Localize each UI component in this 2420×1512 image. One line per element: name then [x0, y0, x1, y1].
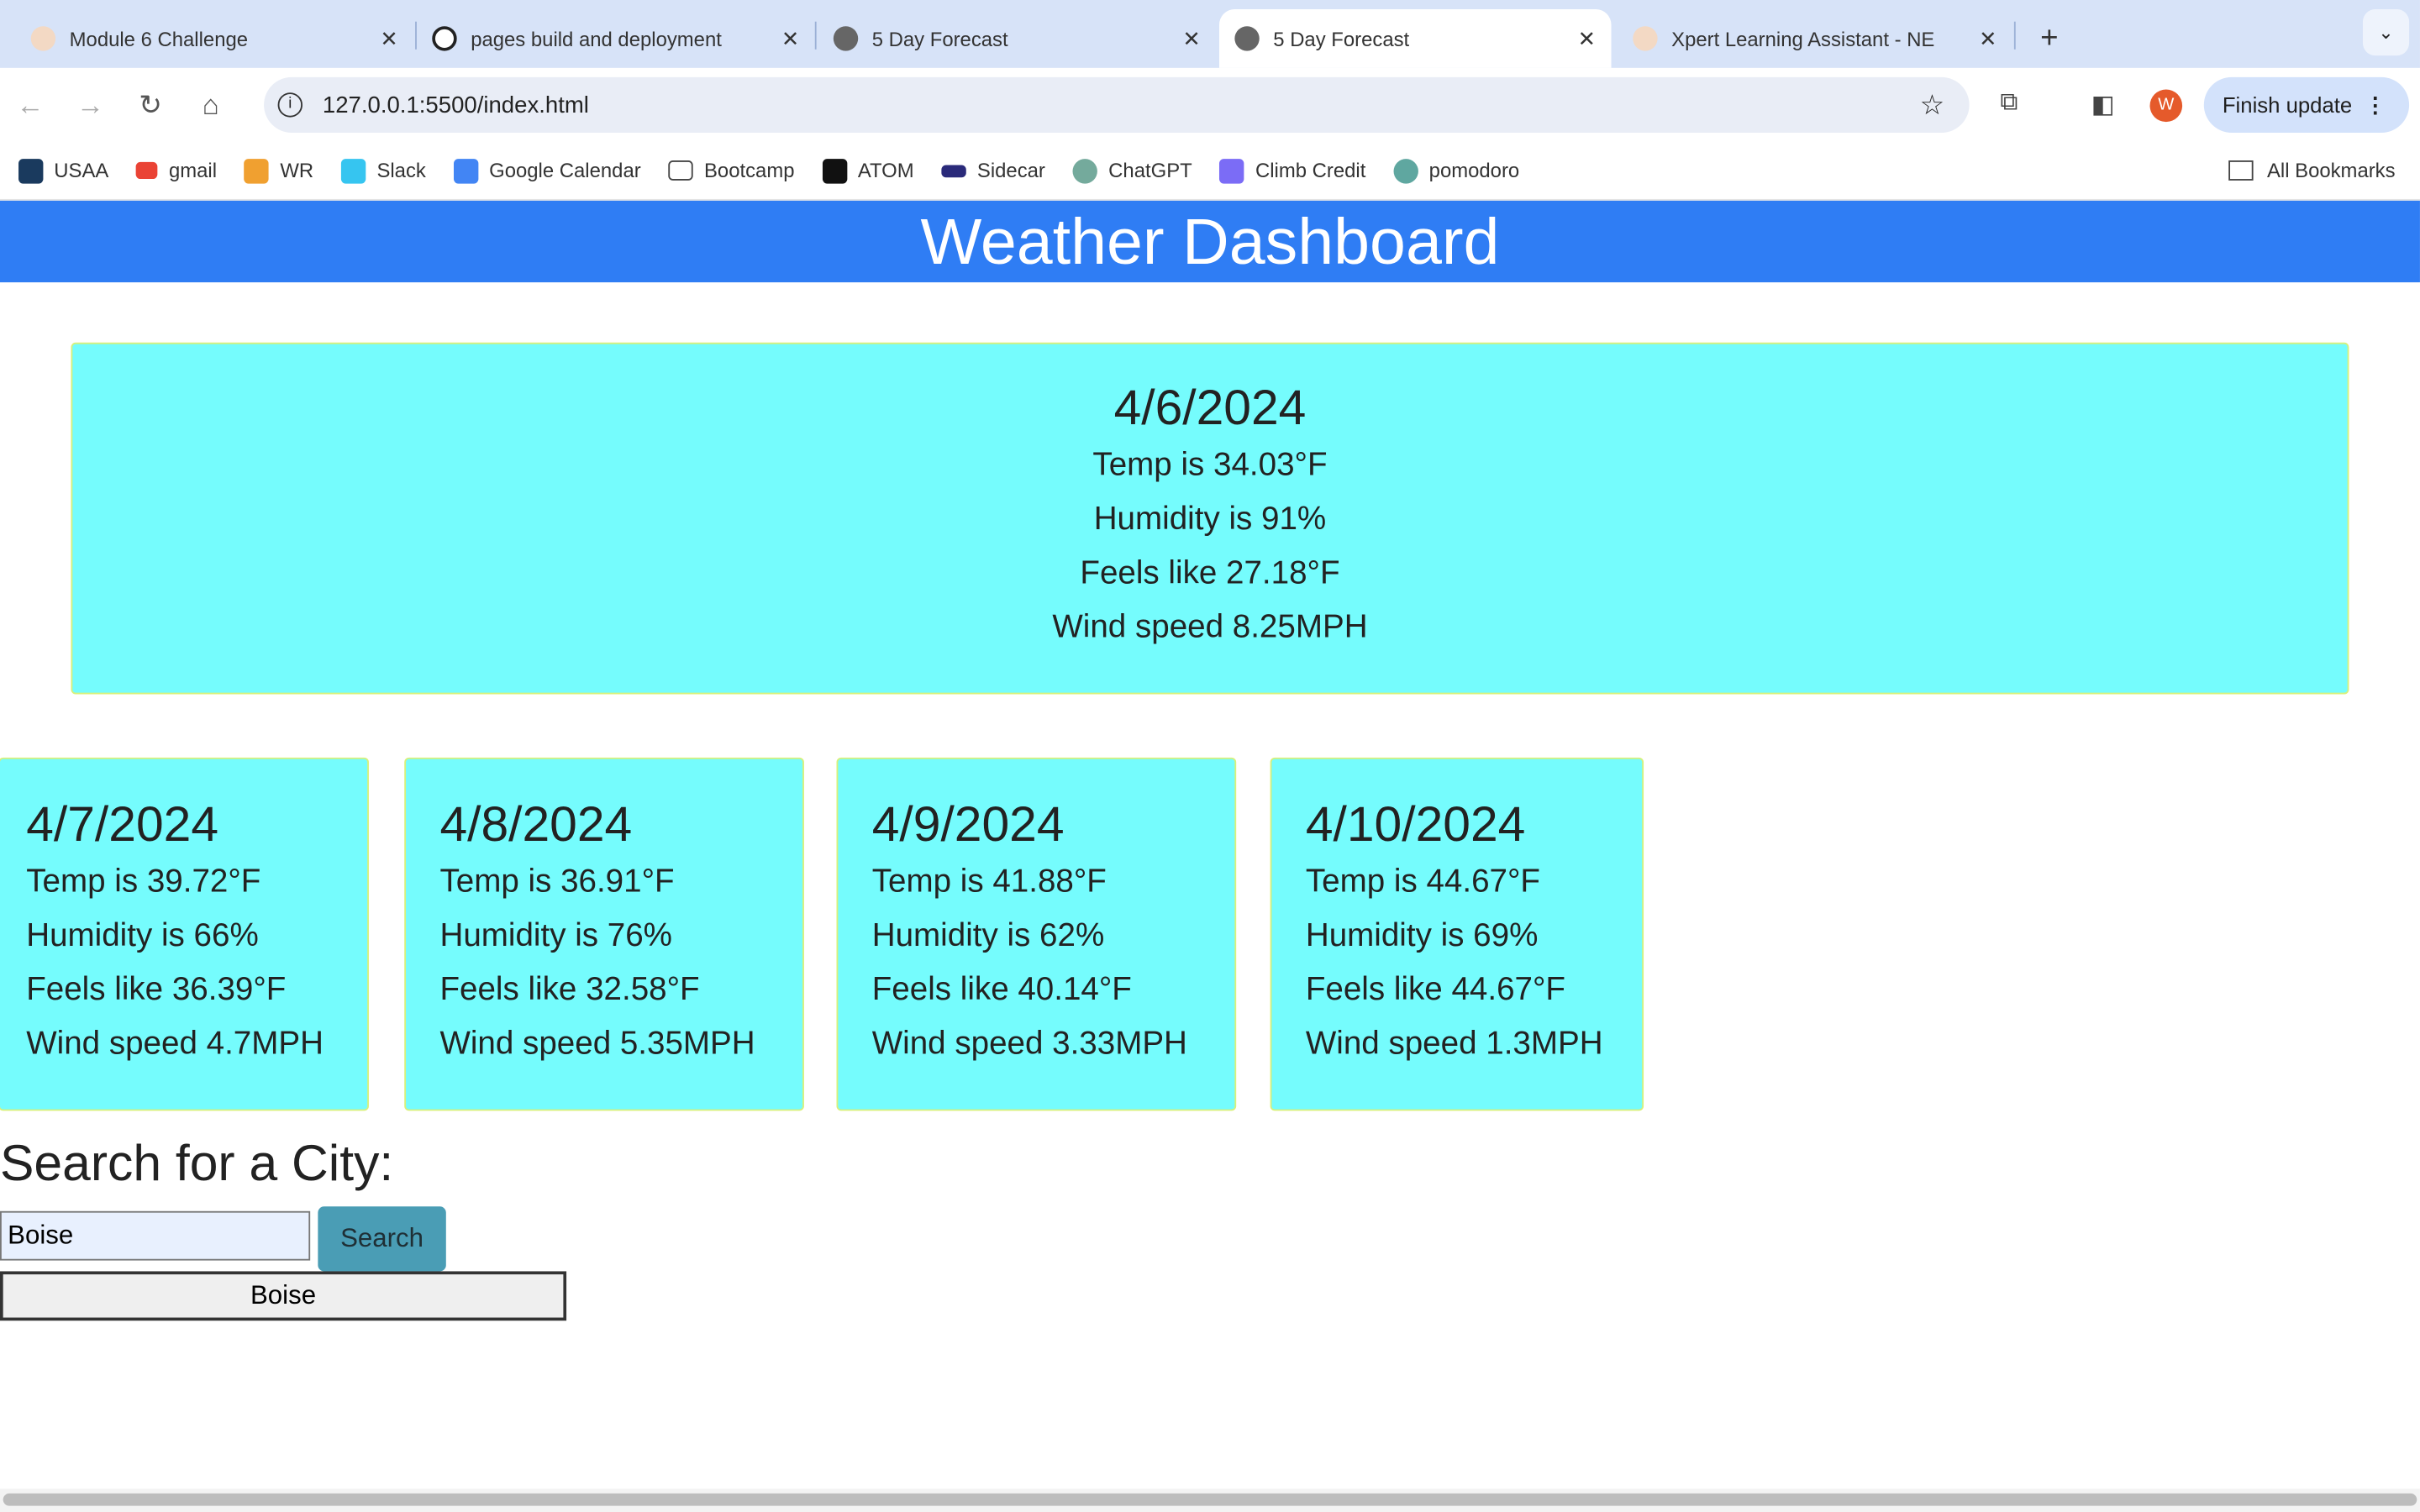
current-weather-card: 4/6/2024 Temp is 34.03°F Humidity is 91%…	[71, 342, 2349, 695]
sidecar-icon	[941, 164, 967, 177]
home-icon[interactable]: ⌂	[181, 89, 241, 122]
forecast-feels-like: Feels like 44.67°F	[1305, 972, 1565, 1008]
globe-icon	[833, 26, 859, 51]
bookmark-chatgpt[interactable]: ChatGPT	[1072, 158, 1192, 183]
menu-dots-icon[interactable]: ⋮	[2365, 92, 2386, 118]
github-icon	[432, 26, 457, 51]
forecast-wind: Wind speed 3.33MPH	[871, 1026, 1187, 1062]
bookmark-wr[interactable]: WR	[245, 158, 313, 183]
close-tab-icon[interactable]: ✕	[1578, 25, 1597, 51]
address-bar[interactable]: i 127.0.0.1:5500/index.html ☆	[264, 76, 1970, 133]
bookmark-climb-credit[interactable]: Climb Credit	[1219, 158, 1365, 183]
forecast-wind: Wind speed 1.3MPH	[1305, 1026, 1603, 1062]
reload-icon[interactable]: ↻	[120, 89, 181, 122]
bookmark-star-icon[interactable]: ☆	[1920, 89, 1945, 122]
close-tab-icon[interactable]: ✕	[781, 25, 800, 51]
folder-icon	[2228, 160, 2254, 181]
tab-favicon-icon	[1633, 26, 1658, 51]
current-date: 4/6/2024	[1113, 379, 1307, 435]
forecast-card: 4/8/2024 Temp is 36.91°F Humidity is 76%…	[404, 757, 804, 1111]
atom-icon	[822, 158, 847, 183]
close-tab-icon[interactable]: ✕	[1182, 25, 1201, 51]
wr-icon	[245, 158, 270, 183]
forecast-feels-like: Feels like 40.14°F	[871, 972, 1132, 1008]
horizontal-scrollbar[interactable]	[0, 1488, 2420, 1512]
finish-update-button[interactable]: Finish update ⋮	[2203, 76, 2410, 133]
page-title: Weather Dashboard	[0, 200, 2420, 283]
forecast-temp: Temp is 39.72°F	[26, 864, 261, 900]
forecast-date: 4/10/2024	[1305, 795, 1526, 852]
side-panel-icon[interactable]: ◧	[2091, 90, 2115, 121]
tab-favicon-icon	[30, 26, 56, 51]
gmail-icon	[136, 161, 159, 180]
back-icon[interactable]: ←	[0, 89, 60, 122]
browser-toolbar: ← → ↻ ⌂ i 127.0.0.1:5500/index.html ☆ ⧉ …	[0, 68, 2420, 142]
chatgpt-icon	[1072, 158, 1098, 183]
profile-avatar[interactable]: W	[2149, 89, 2183, 123]
forecast-date: 4/8/2024	[439, 795, 633, 852]
site-info-icon[interactable]: i	[277, 92, 302, 118]
bookmark-sidecar[interactable]: Sidecar	[941, 159, 1045, 182]
forecast-temp: Temp is 41.88°F	[871, 864, 1107, 900]
history-city-button[interactable]: Boise	[0, 1271, 567, 1321]
tab-pages-build[interactable]: pages build and deployment ✕	[417, 9, 815, 68]
folder-icon	[668, 160, 694, 181]
bookmark-slack[interactable]: Slack	[341, 158, 426, 183]
tab-5-day-forecast-active[interactable]: 5 Day Forecast ✕	[1218, 9, 1612, 68]
bookmark-gmail[interactable]: gmail	[136, 159, 217, 182]
new-tab-button[interactable]: +	[2025, 9, 2074, 68]
bookmark-google-calendar[interactable]: Google Calendar	[453, 158, 641, 183]
globe-icon	[1234, 26, 1260, 51]
current-temp: Temp is 34.03°F	[1092, 447, 1328, 483]
forecast-humidity: Humidity is 62%	[871, 917, 1105, 954]
forecast-card: 4/9/2024 Temp is 41.88°F Humidity is 62%…	[836, 757, 1237, 1111]
tab-module-6-challenge[interactable]: Module 6 Challenge ✕	[15, 9, 413, 68]
bookmark-usaa[interactable]: USAA	[18, 158, 108, 183]
search-button[interactable]: Search	[318, 1206, 446, 1272]
pomodoro-icon	[1393, 158, 1418, 183]
tab-xpert-learning[interactable]: Xpert Learning Assistant - NE ✕	[1618, 9, 2012, 68]
forward-icon[interactable]: →	[60, 89, 121, 122]
forecast-date: 4/9/2024	[871, 795, 1065, 852]
tab-search-chevron-icon[interactable]: ⌄	[2362, 9, 2410, 56]
forecast-wind: Wind speed 4.7MPH	[26, 1026, 324, 1062]
calendar-icon	[453, 158, 479, 183]
bookmarks-bar: USAA gmail WR Slack Google Calendar Boot…	[0, 142, 2420, 201]
url-text[interactable]: 127.0.0.1:5500/index.html	[323, 92, 589, 118]
current-humidity: Humidity is 91%	[1093, 501, 1327, 538]
all-bookmarks-button[interactable]: All Bookmarks	[2228, 159, 2396, 182]
bookmark-bootcamp[interactable]: Bootcamp	[668, 159, 795, 182]
tab-strip: Module 6 Challenge ✕ pages build and depl…	[0, 0, 2420, 68]
slack-icon	[341, 158, 366, 183]
forecast-card: 4/7/2024 Temp is 39.72°F Humidity is 66%…	[0, 757, 369, 1111]
current-feels-like: Feels like 27.18°F	[1080, 555, 1340, 591]
climb-credit-icon	[1219, 158, 1245, 183]
forecast-wind: Wind speed 5.35MPH	[439, 1026, 755, 1062]
close-tab-icon[interactable]: ✕	[380, 25, 398, 51]
forecast-humidity: Humidity is 76%	[439, 917, 672, 954]
tab-5-day-forecast[interactable]: 5 Day Forecast ✕	[818, 9, 1216, 68]
forecast-feels-like: Feels like 36.39°F	[26, 972, 287, 1008]
search-heading: Search for a City:	[0, 1133, 394, 1191]
usaa-icon	[18, 158, 44, 183]
city-search-input[interactable]	[0, 1210, 311, 1261]
forecast-date: 4/7/2024	[26, 795, 219, 852]
current-wind: Wind speed 8.25MPH	[1052, 609, 1368, 645]
forecast-humidity: Humidity is 69%	[1305, 917, 1539, 954]
bookmark-atom[interactable]: ATOM	[822, 158, 914, 183]
close-tab-icon[interactable]: ✕	[1979, 25, 1997, 51]
forecast-temp: Temp is 36.91°F	[439, 864, 675, 900]
forecast-humidity: Humidity is 66%	[26, 917, 259, 954]
scrollbar-thumb[interactable]	[3, 1493, 2417, 1506]
forecast-temp: Temp is 44.67°F	[1305, 864, 1540, 900]
extensions-icon[interactable]: ⧉	[2000, 90, 2018, 118]
forecast-card: 4/10/2024 Temp is 44.67°F Humidity is 69…	[1270, 757, 1644, 1111]
forecast-feels-like: Feels like 32.58°F	[439, 972, 700, 1008]
bookmark-pomodoro[interactable]: pomodoro	[1393, 158, 1519, 183]
